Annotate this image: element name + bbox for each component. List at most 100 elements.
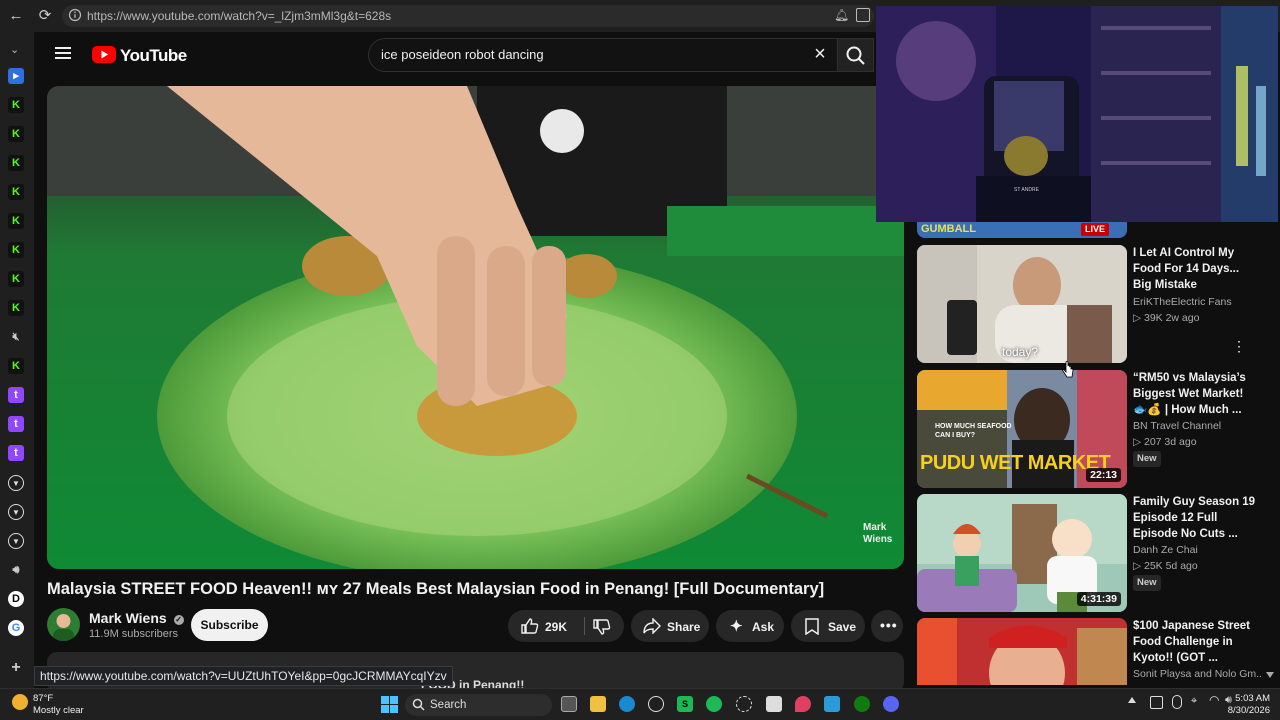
photos-icon[interactable]	[824, 696, 840, 712]
share-button[interactable]: Share	[631, 610, 709, 642]
scroll-down-icon[interactable]	[1266, 672, 1274, 678]
subscriber-count: 11.9M subscribers	[89, 628, 179, 640]
svg-text:Wiens: Wiens	[863, 534, 893, 545]
microphone-icon[interactable]	[1172, 695, 1182, 709]
twitch-tab-icon[interactable]: t	[8, 387, 24, 403]
audio-tab-icon[interactable]: 🔊︎	[8, 562, 24, 578]
app-icon[interactable]: S	[677, 696, 693, 712]
save-button[interactable]: Save	[791, 610, 865, 642]
video-title: Malaysia STREET FOOD Heaven!! ᴍʏ 27 Meal…	[47, 580, 825, 598]
search-query[interactable]: ice poseideon robot dancing	[381, 47, 544, 62]
recommendation-title[interactable]: “RM50 vs Malaysia’s Biggest Wet Market! …	[1133, 370, 1259, 418]
back-icon[interactable]: ←	[6, 6, 26, 26]
search-icon	[846, 46, 865, 65]
like-divider	[584, 617, 585, 635]
tab-icon[interactable]: ▼	[8, 504, 24, 520]
ask-button[interactable]: ✦ Ask	[716, 610, 784, 642]
svg-text:ST ANDRE: ST ANDRE	[1014, 187, 1040, 193]
recommendation-thumbnail[interactable]	[917, 618, 1127, 685]
new-tab-icon[interactable]: +	[8, 660, 24, 676]
youtube-logo-text[interactable]: YouTube	[120, 46, 187, 66]
weather-temperature[interactable]: 87°F	[33, 693, 53, 704]
notification-icon[interactable]: 🔔︎	[834, 8, 849, 22]
windows-taskbar	[0, 688, 1280, 720]
recommendation-channel[interactable]: EriKTheElectric Fans	[1133, 296, 1263, 308]
spotify-icon[interactable]	[706, 696, 722, 712]
xbox-icon[interactable]	[854, 696, 870, 712]
clock-date[interactable]: 8/30/2026	[1210, 705, 1270, 716]
discord-icon[interactable]	[883, 696, 899, 712]
app-icon[interactable]	[795, 696, 811, 712]
kick-tab-icon[interactable]: K	[8, 155, 24, 171]
edge-browser-icon[interactable]	[619, 696, 635, 712]
recommendation-title[interactable]: $100 Japanese Street Food Challenge in K…	[1133, 618, 1259, 666]
task-view-icon[interactable]	[561, 696, 577, 712]
recommendation-thumbnail[interactable]: HOW MUCH SEAFOOD CAN I BUY? PUDU WET MAR…	[917, 370, 1127, 488]
site-info-icon[interactable]	[68, 8, 82, 22]
muted-tab-icon[interactable]: 🔇︎	[8, 329, 24, 345]
channel-avatar[interactable]	[47, 608, 80, 641]
like-button[interactable]: 29K	[508, 610, 584, 642]
search-button[interactable]	[838, 38, 874, 72]
weather-icon[interactable]	[12, 694, 28, 710]
sparkle-icon: ✦	[730, 618, 743, 635]
sidebar-tab-icon[interactable]: ▸	[8, 68, 24, 84]
webcam-overlay: ST ANDRE	[876, 6, 1278, 222]
recommendation-meta: ▷ 39K 2w ago	[1133, 312, 1200, 324]
more-vertical-icon[interactable]: ⋮	[1232, 338, 1246, 355]
clock-time[interactable]: 5:03 AM	[1210, 693, 1270, 704]
location-icon[interactable]: ⌖	[1191, 695, 1197, 708]
kick-tab-icon[interactable]: K	[8, 358, 24, 374]
tab-icon[interactable]: ▼	[8, 533, 24, 549]
google-tab-icon[interactable]: G	[8, 620, 24, 636]
kick-tab-icon[interactable]: K	[8, 271, 24, 287]
windows-start-icon[interactable]	[381, 696, 398, 713]
save-label: Save	[828, 620, 857, 634]
channel-name-text[interactable]: Mark Wiens	[89, 610, 167, 626]
recommendation-title[interactable]: Family Guy Season 19 Episode 12 Full Epi…	[1133, 494, 1259, 542]
settings-icon[interactable]	[736, 696, 752, 712]
thumbnail-subcaption: HOW MUCH SEAFOOD CAN I BUY?	[935, 423, 1012, 439]
show-hidden-icons-icon[interactable]	[1128, 697, 1136, 703]
kick-tab-icon[interactable]: K	[8, 300, 24, 316]
subscribe-button[interactable]: Subscribe	[191, 609, 268, 641]
kick-tab-icon[interactable]: K	[8, 97, 24, 113]
clear-search-icon[interactable]: ×	[812, 44, 828, 64]
app-icon[interactable]	[648, 696, 664, 712]
document-icon[interactable]	[766, 696, 782, 712]
live-thumbnail[interactable]: GUMBALL LIVE	[917, 222, 1127, 238]
taskbar-search-label[interactable]: Search	[430, 699, 466, 711]
channel-name[interactable]: Mark Wiens ✓	[89, 610, 184, 626]
twitch-tab-icon[interactable]: t	[8, 416, 24, 432]
twitch-tab-icon[interactable]: t	[8, 445, 24, 461]
recommendation-thumbnail[interactable]: 4:31:39	[917, 494, 1127, 612]
reload-icon[interactable]: ⟳	[35, 6, 55, 26]
video-player[interactable]: Mark Wiens	[47, 86, 904, 569]
recommendation-thumbnail[interactable]: today?	[917, 245, 1127, 363]
dislike-button[interactable]	[588, 610, 622, 642]
kick-tab-icon[interactable]: K	[8, 213, 24, 229]
tab-icon[interactable]: D	[8, 591, 24, 607]
taskbar-search-box[interactable]	[405, 694, 552, 716]
verified-icon: ✓	[173, 615, 184, 625]
menu-icon[interactable]	[54, 44, 72, 62]
address-url[interactable]: https://www.youtube.com/watch?v=_lZjm3mM…	[87, 9, 391, 23]
recommendation-channel[interactable]: Danh Ze Chai	[1133, 544, 1263, 556]
share-icon	[643, 618, 661, 634]
tray-app-icon[interactable]	[1150, 696, 1163, 709]
file-explorer-icon[interactable]	[590, 696, 606, 712]
kick-tab-icon[interactable]: K	[8, 242, 24, 258]
recommendation-title[interactable]: I Let AI Control My Food For 14 Days... …	[1133, 245, 1259, 293]
search-icon	[412, 698, 425, 711]
kick-tab-icon[interactable]: K	[8, 184, 24, 200]
sidebar-collapse-icon[interactable]: ⌄	[10, 43, 19, 56]
youtube-logo-icon[interactable]	[92, 46, 116, 63]
recommendation-meta: ▷ 207 3d ago	[1133, 436, 1197, 448]
kick-tab-icon[interactable]: K	[8, 126, 24, 142]
tab-icon[interactable]: ▼	[8, 475, 24, 491]
recommendation-channel[interactable]: Sonit Playsa and Nolo Gm...	[1133, 668, 1263, 680]
extensions-icon[interactable]	[856, 8, 870, 22]
recommendation-channel[interactable]: BN Travel Channel	[1133, 420, 1263, 432]
weather-condition[interactable]: Mostly clear	[33, 705, 84, 716]
more-actions-button[interactable]: •••	[871, 610, 903, 642]
